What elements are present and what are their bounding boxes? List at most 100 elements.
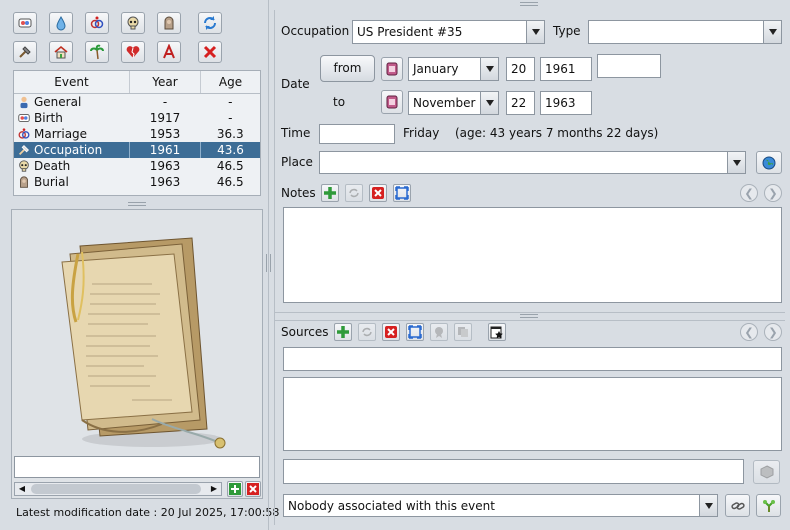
time-input[interactable]	[319, 124, 395, 144]
add-event-button[interactable]	[157, 41, 181, 63]
sources-divider-bottom	[275, 320, 785, 321]
top-grip[interactable]	[520, 2, 538, 6]
replace-note-button[interactable]	[345, 184, 363, 202]
scroll-thumb[interactable]	[31, 484, 201, 494]
add-burial-button[interactable]	[157, 12, 181, 34]
marriage-icon	[90, 16, 104, 29]
from-calendar-button[interactable]	[381, 57, 403, 81]
event-name: Burial	[34, 174, 69, 189]
replace-source-button[interactable]	[358, 323, 376, 341]
add-death-button[interactable]	[121, 12, 145, 34]
place-combo[interactable]	[319, 151, 746, 174]
source-text-area[interactable]	[283, 377, 782, 451]
remove-media-button[interactable]	[245, 481, 261, 497]
add-divorce-button[interactable]	[121, 41, 145, 63]
add-marriage-button[interactable]	[85, 12, 109, 34]
add-residence-button[interactable]	[49, 41, 73, 63]
general-icon	[20, 97, 28, 109]
event-year: 1961	[129, 142, 201, 158]
to-month-combo[interactable]: November	[408, 91, 499, 115]
left-splitter[interactable]	[128, 202, 146, 206]
source-title-input[interactable]	[283, 347, 782, 371]
chevron-down-icon[interactable]	[480, 92, 498, 114]
add-travel-button[interactable]	[85, 41, 109, 63]
add-note-button[interactable]	[321, 184, 339, 202]
next-source-icon[interactable]: ❯	[764, 323, 782, 341]
occupation-combo[interactable]: US President #35	[352, 20, 545, 44]
from-extra-input[interactable]	[597, 54, 661, 78]
table-row[interactable]: Burial 1963 46.5	[14, 174, 260, 190]
chevron-down-icon[interactable]	[526, 21, 544, 43]
delete-event-button[interactable]	[198, 41, 222, 63]
delete-source-button[interactable]	[382, 323, 400, 341]
medal-icon	[435, 327, 443, 338]
add-birth-button[interactable]	[13, 12, 37, 34]
event-name: Occupation	[34, 142, 103, 157]
add-baptism-button[interactable]	[49, 12, 73, 34]
expand-source-button[interactable]	[406, 323, 424, 341]
divider-grip[interactable]	[266, 254, 271, 272]
event-name: Birth	[34, 110, 63, 125]
table-row[interactable]: Death 1963 46.5	[14, 158, 260, 174]
from-year-input[interactable]: 1961	[540, 57, 592, 81]
add-source-button[interactable]	[334, 323, 352, 341]
scroll-right-icon[interactable]: ▶	[207, 483, 221, 495]
chevron-down-icon[interactable]	[480, 58, 498, 80]
expand-icon	[395, 186, 409, 200]
previous-note-icon[interactable]: ❮	[740, 184, 758, 202]
chevron-down-icon[interactable]	[699, 495, 717, 516]
expand-note-button[interactable]	[393, 184, 411, 202]
column-header-age[interactable]: Age	[200, 71, 260, 94]
calendar-icon	[386, 95, 398, 109]
old-papers-picture	[61, 237, 226, 449]
refresh-button[interactable]	[198, 12, 222, 34]
source-media-button[interactable]	[753, 460, 780, 484]
scroll-left-icon[interactable]: ◀	[15, 483, 29, 495]
from-month-combo[interactable]: January	[408, 57, 499, 81]
table-row-selected[interactable]: Occupation 1961 43.6	[14, 142, 260, 158]
place-map-button[interactable]	[756, 151, 782, 174]
right-panel-border	[274, 10, 275, 525]
add-association-button[interactable]	[756, 494, 781, 517]
chevron-down-icon[interactable]	[763, 21, 781, 43]
column-header-year[interactable]: Year	[129, 71, 201, 94]
delete-icon	[247, 483, 259, 495]
copy-source-button[interactable]	[454, 323, 472, 341]
from-day-input[interactable]: 20	[506, 57, 535, 81]
media-scrollbar[interactable]: ◀ ▶	[14, 482, 222, 496]
notes-textarea[interactable]	[283, 207, 782, 303]
sources-splitter[interactable]	[520, 314, 538, 318]
replace-icon	[362, 327, 372, 337]
add-media-button[interactable]	[227, 481, 243, 497]
media-caption-input[interactable]	[14, 456, 260, 478]
event-age: -	[228, 111, 233, 125]
add-icon	[229, 483, 241, 495]
modification-date: Latest modification date : 20 Jul 2025, …	[16, 506, 280, 519]
previous-source-icon[interactable]: ❮	[740, 323, 758, 341]
to-calendar-button[interactable]	[381, 90, 403, 114]
association-combo[interactable]: Nobody associated with this event	[283, 494, 718, 517]
add-occupation-button[interactable]	[13, 41, 37, 63]
to-year-input[interactable]: 1963	[540, 91, 592, 115]
to-day-input[interactable]: 22	[506, 91, 535, 115]
source-bottom-input[interactable]	[283, 459, 744, 484]
event-name: Death	[34, 158, 71, 173]
table-row[interactable]: Birth 1917 -	[14, 110, 260, 126]
association-value: Nobody associated with this event	[288, 499, 495, 513]
link-association-button[interactable]	[725, 494, 750, 517]
sources-label: Sources	[281, 325, 329, 339]
to-month-value: November	[413, 96, 476, 110]
delete-note-button[interactable]	[369, 184, 387, 202]
event-age: 46.5	[216, 175, 244, 189]
source-quality-button[interactable]	[430, 323, 448, 341]
type-combo[interactable]	[588, 20, 782, 44]
from-button[interactable]: from	[320, 55, 375, 82]
chevron-down-icon[interactable]	[727, 152, 745, 173]
document-image[interactable]	[42, 224, 232, 454]
source-repository-button[interactable]	[488, 323, 506, 341]
residence-icon	[54, 45, 68, 59]
table-row[interactable]: General - -	[14, 94, 260, 111]
column-header-event[interactable]: Event	[14, 71, 130, 94]
table-row[interactable]: Marriage 1953 36.3	[14, 126, 260, 142]
next-note-icon[interactable]: ❯	[764, 184, 782, 202]
